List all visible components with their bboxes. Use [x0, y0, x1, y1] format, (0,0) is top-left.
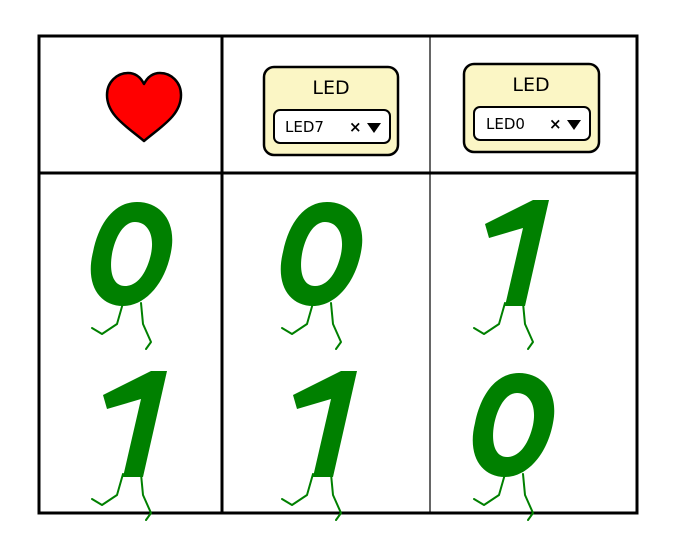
led-block-title: LED [512, 74, 549, 96]
legs-icon [91, 302, 152, 350]
heart-icon [105, 71, 183, 143]
led-dropdown[interactable]: LED0 × [473, 106, 591, 141]
digit-grid [90, 200, 555, 521]
truth-table: LED LED7 × LED LED0 × [37, 34, 639, 521]
legs-icon [281, 302, 342, 350]
led-dropdown[interactable]: LED7 × [273, 109, 391, 144]
led-block[interactable]: LED LED7 × [262, 65, 400, 157]
digit-one [281, 371, 357, 521]
digit-one [473, 200, 549, 350]
led-block[interactable]: LED LED0 × [462, 62, 601, 154]
led-dropdown-value: LED0 [486, 115, 525, 133]
led-block-title: LED [312, 77, 349, 99]
digit-zero [90, 202, 173, 350]
led-dropdown-value: LED7 [285, 118, 324, 136]
clear-icon[interactable]: × [549, 115, 562, 133]
digit-one [91, 371, 167, 521]
digit-zero [472, 373, 555, 521]
digit-zero [280, 202, 363, 350]
legs-icon [473, 302, 534, 350]
clear-icon[interactable]: × [349, 118, 362, 136]
